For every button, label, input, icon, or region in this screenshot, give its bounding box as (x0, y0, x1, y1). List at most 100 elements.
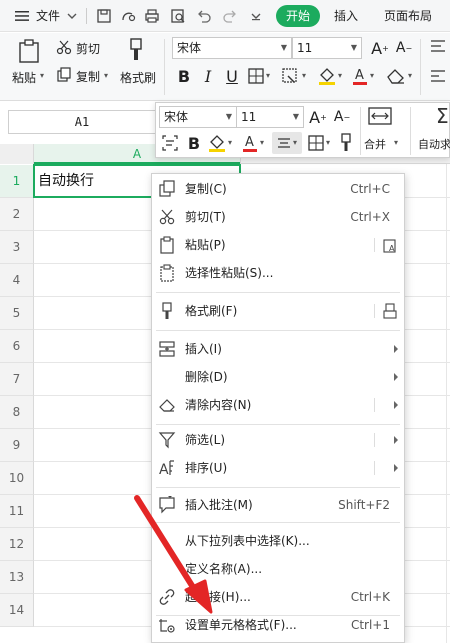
font-color-icon[interactable]: A (352, 66, 368, 86)
format-painter-button[interactable]: 格式刷 (120, 69, 156, 86)
borders-icon[interactable] (248, 68, 264, 84)
divider (374, 398, 375, 412)
menu-item-delete[interactable]: 删除(D) (152, 363, 404, 391)
increase-font-size-icon[interactable]: A + (370, 38, 390, 58)
row-header-7[interactable]: 7 (0, 363, 34, 396)
menu-separator (156, 522, 400, 523)
menu-item-filter[interactable]: 筛选(L) (152, 426, 404, 454)
chevron-down-icon[interactable]: ▾ (302, 71, 306, 80)
bold-icon[interactable]: B (174, 66, 194, 86)
italic-icon[interactable]: I (198, 66, 218, 86)
save-icon[interactable] (96, 8, 112, 24)
align-left-icon[interactable] (430, 69, 446, 83)
mini-font-name-select[interactable]: 宋体 ▼ (159, 106, 237, 128)
name-box[interactable]: A1 (8, 110, 156, 134)
row-header-1[interactable]: 1 (0, 165, 34, 198)
decrease-font-size-icon[interactable]: A − (394, 38, 414, 58)
chevron-down-icon[interactable]: ▾ (326, 138, 330, 147)
align-center-button[interactable]: ▾ (272, 132, 302, 154)
redo-icon[interactable] (222, 8, 238, 24)
row-header-8[interactable]: 8 (0, 396, 34, 429)
menu-item-format-painter[interactable]: 格式刷(F) (152, 297, 404, 325)
menu-item-clear-contents[interactable]: 清除内容(N) (152, 391, 404, 419)
chevron-down-icon[interactable]: ▾ (370, 71, 374, 80)
menu-item-hyperlink[interactable]: 超链接(H)... Ctrl+K (152, 583, 404, 611)
quick-access-dropdown-icon[interactable] (248, 8, 264, 24)
mini-font-size-select[interactable]: 11 ▼ (236, 106, 304, 128)
font-name-select[interactable]: 宋体 ▼ (172, 37, 292, 59)
fill-pattern-icon[interactable] (282, 68, 300, 84)
row-header-4[interactable]: 4 (0, 264, 34, 297)
menu-item-paste-special[interactable]: 选择性粘贴(S)... (152, 259, 404, 287)
decrease-font-size-icon[interactable]: A − (332, 107, 352, 127)
clipboard-icon[interactable] (18, 39, 40, 63)
cut-button[interactable]: 剪切 (76, 40, 100, 57)
borders-icon[interactable] (308, 135, 324, 151)
auto-sum-button[interactable]: 自动求 (418, 136, 450, 152)
scissors-icon[interactable] (56, 39, 72, 55)
paste-dropdown-icon[interactable]: ▾ (40, 71, 44, 80)
increase-font-size-icon[interactable]: A + (308, 107, 328, 127)
row-header-11[interactable]: 11 (0, 495, 34, 528)
fill-color-icon[interactable] (208, 133, 226, 153)
menu-item-define-name[interactable]: 定义名称(A)... (152, 555, 404, 583)
bold-icon[interactable]: B (184, 133, 204, 153)
row-header-14[interactable]: 14 (0, 594, 34, 627)
row-header-9[interactable]: 9 (0, 429, 34, 462)
chevron-down-icon[interactable]: ▾ (260, 138, 264, 147)
menu-item-paste[interactable]: 粘贴(P) A (152, 231, 404, 259)
row-header-3[interactable]: 3 (0, 231, 34, 264)
chevron-down-icon[interactable] (64, 8, 80, 24)
align-top-icon[interactable] (430, 39, 446, 53)
fill-color-icon[interactable] (318, 66, 336, 86)
copy-dropdown-icon[interactable]: ▾ (104, 71, 108, 80)
wrap-text-icon[interactable] (162, 135, 178, 151)
divider (374, 304, 375, 318)
menu-item-pick-from-list[interactable]: 从下拉列表中选择(K)... (152, 527, 404, 555)
menu-separator (156, 292, 400, 293)
file-menu[interactable]: 文件 (36, 0, 60, 32)
submenu-arrow-icon (394, 401, 398, 409)
menu-item-sort[interactable]: A 排序(U) (152, 454, 404, 482)
menu-item-insert-comment[interactable]: 插入批注(M) Shift+F2 (152, 491, 404, 519)
row-header-10[interactable]: 10 (0, 462, 34, 495)
chevron-down-icon[interactable]: ▾ (266, 71, 270, 80)
undo-icon[interactable] (196, 8, 212, 24)
format-painter-icon[interactable] (338, 133, 354, 153)
paste-button[interactable]: 粘贴 (12, 69, 36, 86)
menu-item-format-cells[interactable]: 设置单元格格式(F)... Ctrl+1 (152, 611, 404, 639)
row-header-2[interactable]: 2 (0, 198, 34, 231)
tab-page-layout[interactable]: 页面布局 (384, 0, 432, 32)
chevron-down-icon[interactable]: ▾ (394, 138, 398, 147)
row-header-6[interactable]: 6 (0, 330, 34, 363)
select-all-corner[interactable] (0, 144, 34, 164)
row-header-5[interactable]: 5 (0, 297, 34, 330)
format-painter-lock-icon[interactable] (382, 303, 398, 319)
paste-text-icon[interactable]: A (382, 237, 398, 253)
menu-item-insert[interactable]: 插入(I) (152, 335, 404, 363)
copy-button[interactable]: 复制 (76, 68, 100, 85)
format-painter-icon[interactable] (126, 38, 146, 62)
menu-item-cut[interactable]: 剪切(T) Ctrl+X (152, 203, 404, 231)
row-header-13[interactable]: 13 (0, 561, 34, 594)
hamburger-menu-icon[interactable] (14, 8, 30, 24)
align-center-icon (278, 138, 290, 148)
underline-icon[interactable]: U (222, 66, 242, 86)
chevron-down-icon[interactable]: ▾ (228, 138, 232, 147)
tab-insert[interactable]: 插入 (334, 0, 358, 32)
print-preview-icon[interactable] (170, 8, 186, 24)
font-size-select[interactable]: 11 ▼ (292, 37, 362, 59)
merge-cells-icon[interactable] (368, 107, 392, 125)
output-icon[interactable] (120, 8, 136, 24)
tab-start[interactable]: 开始 (276, 5, 320, 27)
copy-icon[interactable] (56, 67, 72, 83)
print-icon[interactable] (144, 8, 160, 24)
font-color-icon[interactable]: A (242, 133, 258, 153)
menu-item-copy[interactable]: 复制(C) Ctrl+C (152, 175, 404, 203)
chevron-down-icon[interactable]: ▾ (338, 71, 342, 80)
chevron-down-icon[interactable]: ▾ (408, 71, 412, 80)
sum-icon[interactable]: Σ (436, 104, 449, 128)
row-header-12[interactable]: 12 (0, 528, 34, 561)
merge-button[interactable]: 合并 (364, 136, 386, 152)
clear-format-icon[interactable] (386, 67, 406, 85)
